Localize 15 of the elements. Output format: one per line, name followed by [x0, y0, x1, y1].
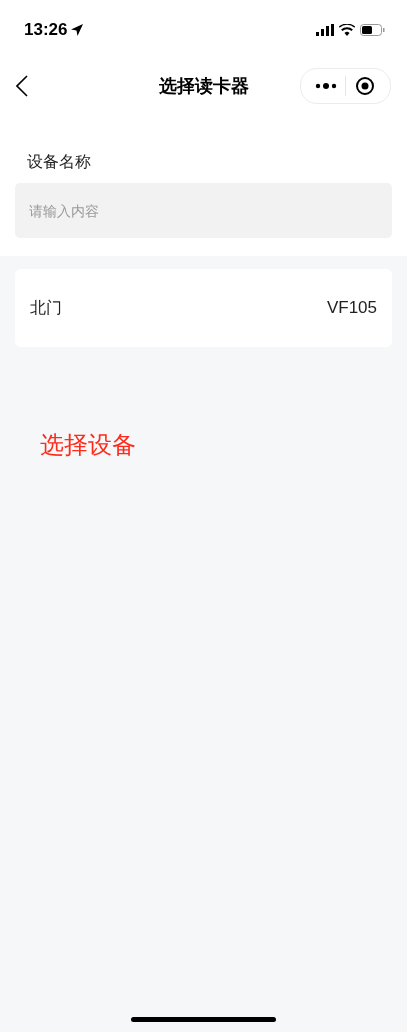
back-button[interactable]	[16, 75, 28, 97]
status-time: 13:26	[24, 20, 68, 40]
signal-icon	[316, 24, 334, 36]
wifi-icon	[339, 24, 355, 36]
close-icon	[355, 76, 375, 96]
page-title: 选择读卡器	[158, 74, 249, 98]
field-label: 设备名称	[26, 152, 92, 173]
device-code: VF105	[326, 298, 377, 318]
device-card[interactable]: 北门 VF105	[15, 269, 392, 347]
device-name: 北门	[30, 297, 62, 319]
battery-icon	[360, 24, 385, 36]
input-field[interactable]: 请输入内容	[15, 183, 392, 238]
annotation-text: 选择设备	[40, 430, 137, 461]
location-arrow-icon	[70, 23, 85, 37]
more-icon	[315, 82, 337, 90]
